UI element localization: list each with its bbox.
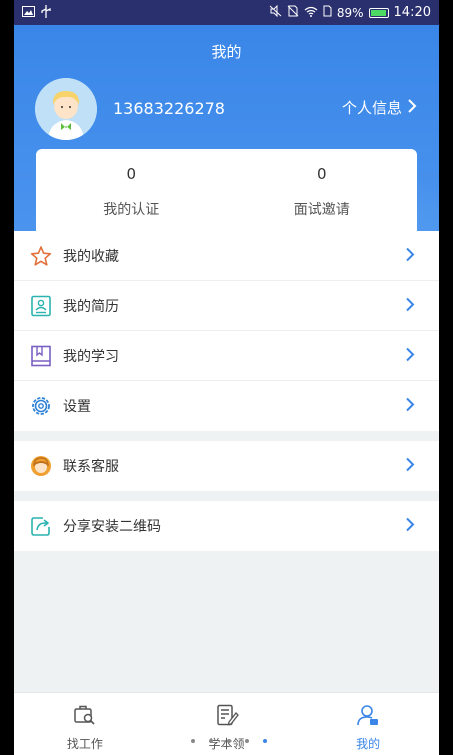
stat-certification[interactable]: 0 我的认证 — [36, 149, 227, 231]
menu-item-share-qr[interactable]: 分享安装二维码 — [14, 501, 439, 551]
share-icon — [30, 515, 52, 537]
indicator-dot-active — [263, 739, 267, 743]
avatar[interactable] — [35, 78, 97, 140]
indicator-dot — [245, 739, 249, 743]
menu-label: 我的学习 — [63, 348, 119, 365]
bottom-tab-bar: 找工作 学本领 我的 — [14, 692, 439, 755]
no-sim-icon — [287, 5, 299, 20]
wifi-icon — [304, 6, 318, 20]
chevron-right-icon — [406, 246, 415, 265]
sim-icon — [323, 5, 332, 20]
resume-icon — [30, 295, 52, 317]
page-indicator — [191, 739, 267, 743]
menu-label: 设置 — [63, 399, 91, 415]
user-icon — [356, 704, 380, 730]
profile-info-link[interactable]: 个人信息 — [342, 97, 417, 118]
tab-label: 学本领 — [208, 737, 245, 751]
chevron-right-icon — [408, 98, 417, 117]
book-icon — [30, 345, 52, 367]
stat-interview-invites[interactable]: 0 面试邀请 — [227, 149, 418, 231]
mute-icon — [269, 4, 282, 20]
profile-info-label: 个人信息 — [341, 99, 402, 117]
chevron-right-icon — [406, 346, 415, 365]
chevron-right-icon — [406, 296, 415, 315]
menu-label: 我的收藏 — [63, 248, 119, 265]
edit-icon — [215, 704, 239, 730]
battery-icon — [368, 7, 389, 18]
menu-group-support: 联系客服 — [14, 441, 439, 491]
stat-value: 0 — [126, 165, 137, 183]
menu-item-learning[interactable]: 我的学习 — [14, 331, 439, 381]
indicator-dot — [227, 739, 231, 743]
chevron-right-icon — [406, 397, 415, 416]
gear-icon — [30, 395, 52, 417]
star-icon — [30, 245, 52, 267]
phone-number: 13683226278 — [113, 99, 225, 118]
usb-icon — [41, 5, 51, 21]
job-search-icon — [73, 704, 97, 730]
menu-item-customer-service[interactable]: 联系客服 — [14, 441, 439, 491]
app-screen: 89% 14:20 我的 13683226278 个人信息 0 我的认证 0 面… — [14, 0, 439, 755]
menu-item-favorites[interactable]: 我的收藏 — [14, 231, 439, 281]
indicator-dot — [191, 739, 195, 743]
menu-label: 联系客服 — [63, 459, 119, 475]
stat-label: 面试邀请 — [293, 202, 350, 218]
tab-label: 找工作 — [66, 737, 103, 751]
menu-item-settings[interactable]: 设置 — [14, 381, 439, 431]
stat-label: 我的认证 — [103, 202, 160, 218]
tab-mine[interactable]: 我的 — [297, 693, 439, 755]
image-notification-icon — [22, 6, 35, 20]
support-icon — [30, 455, 52, 477]
tab-label: 我的 — [356, 737, 381, 751]
menu-label: 分享安装二维码 — [63, 519, 161, 535]
chevron-right-icon — [406, 457, 415, 476]
battery-percent: 89% — [336, 5, 364, 20]
menu-label: 我的简历 — [63, 298, 119, 315]
menu-group-share: 分享安装二维码 — [14, 501, 439, 551]
indicator-dot — [209, 739, 213, 743]
clock: 14:20 — [393, 5, 431, 20]
tab-learn-skills[interactable]: 学本领 — [156, 693, 298, 755]
stats-card: 0 我的认证 0 面试邀请 — [36, 149, 417, 231]
chevron-right-icon — [406, 517, 415, 536]
menu-group-main: 我的收藏 我的简历 我的学习 设置 — [14, 231, 439, 431]
stat-value: 0 — [316, 165, 327, 183]
status-bar: 89% 14:20 — [14, 0, 439, 25]
page-title: 我的 — [211, 43, 242, 61]
menu-item-resume[interactable]: 我的简历 — [14, 281, 439, 331]
tab-find-job[interactable]: 找工作 — [14, 693, 156, 755]
